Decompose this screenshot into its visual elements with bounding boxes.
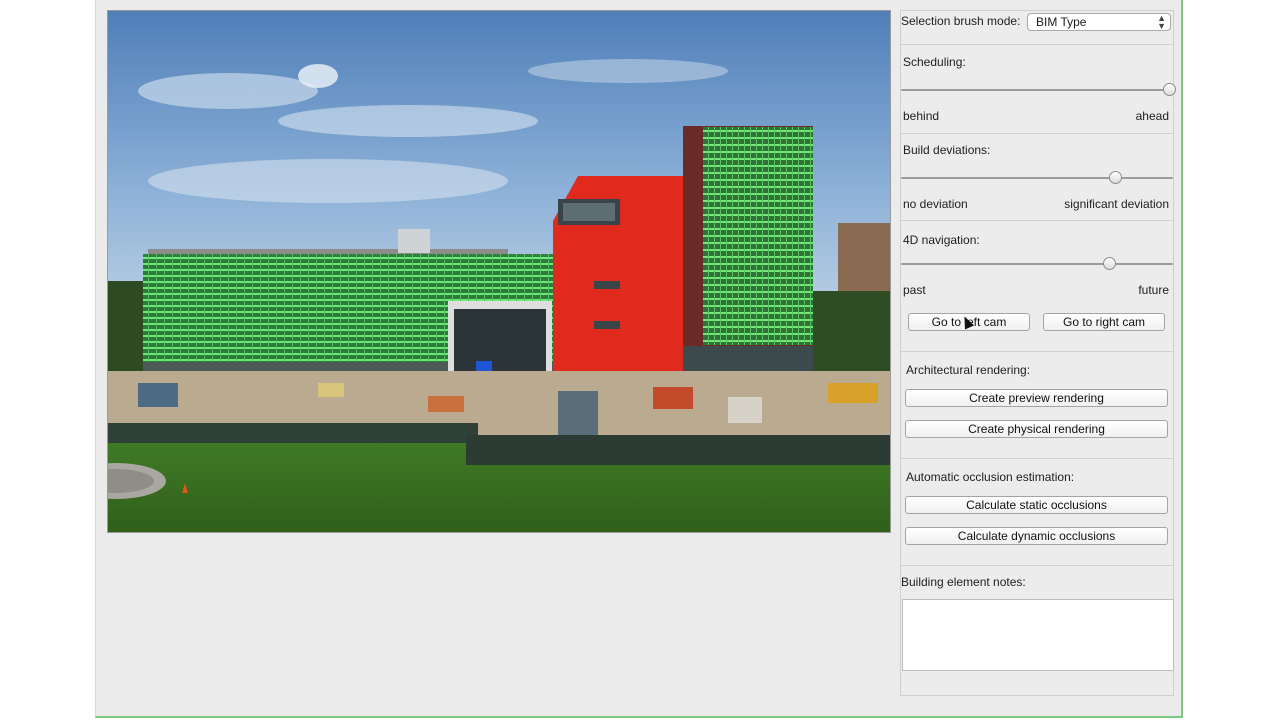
- occlusion-divider: [901, 458, 1173, 459]
- brush-mode-select[interactable]: BIM Type ▲ ▼: [1027, 13, 1171, 31]
- construction-site-photo: [108, 11, 890, 532]
- go-to-right-cam-button[interactable]: Go to right cam: [1043, 313, 1165, 331]
- brush-mode-label: Selection brush mode:: [901, 14, 1021, 28]
- scheduling-slider-track[interactable]: [901, 89, 1173, 91]
- control-panel: Selection brush mode: BIM Type ▲ ▼ Schedu…: [900, 10, 1176, 696]
- calculate-dynamic-occlusions-button[interactable]: Calculate dynamic occlusions: [905, 527, 1168, 545]
- notes-divider: [901, 565, 1173, 566]
- deviations-label: Build deviations:: [903, 143, 991, 157]
- notes-label: Building element notes:: [901, 575, 1026, 589]
- scheduling-min-label: behind: [903, 109, 940, 123]
- create-preview-rendering-button[interactable]: Create preview rendering: [905, 389, 1168, 407]
- scheduling-max-label: ahead: [1135, 109, 1169, 123]
- scheduling-divider: [901, 44, 1173, 45]
- occlusion-label: Automatic occlusion estimation:: [906, 470, 1075, 484]
- navigation-divider: [901, 220, 1173, 221]
- deviations-max-label: significant deviation: [1064, 197, 1169, 211]
- navigation-max-label: future: [1138, 283, 1169, 297]
- calculate-static-occlusions-button[interactable]: Calculate static occlusions: [905, 496, 1168, 514]
- scheduling-label: Scheduling:: [903, 55, 966, 69]
- building-element-notes-textarea[interactable]: [902, 599, 1174, 671]
- navigation-slider-track[interactable]: [901, 263, 1173, 265]
- navigation-slider-thumb[interactable]: [1103, 257, 1116, 270]
- navigation-min-label: past: [903, 283, 926, 297]
- deviations-slider-thumb[interactable]: [1109, 171, 1122, 184]
- scheduling-slider-thumb[interactable]: [1163, 83, 1176, 96]
- select-arrows-icon: ▲ ▼: [1157, 13, 1166, 31]
- rendering-divider: [901, 351, 1173, 352]
- navigation-label: 4D navigation:: [903, 233, 980, 247]
- deviations-divider: [901, 133, 1173, 134]
- brush-mode-value: BIM Type: [1036, 15, 1087, 29]
- create-physical-rendering-button[interactable]: Create physical rendering: [905, 420, 1168, 438]
- deviations-slider-track[interactable]: [901, 177, 1173, 179]
- construction-photo-viewport[interactable]: [107, 10, 891, 533]
- deviations-min-label: no deviation: [903, 197, 968, 211]
- rendering-label: Architectural rendering:: [906, 363, 1031, 377]
